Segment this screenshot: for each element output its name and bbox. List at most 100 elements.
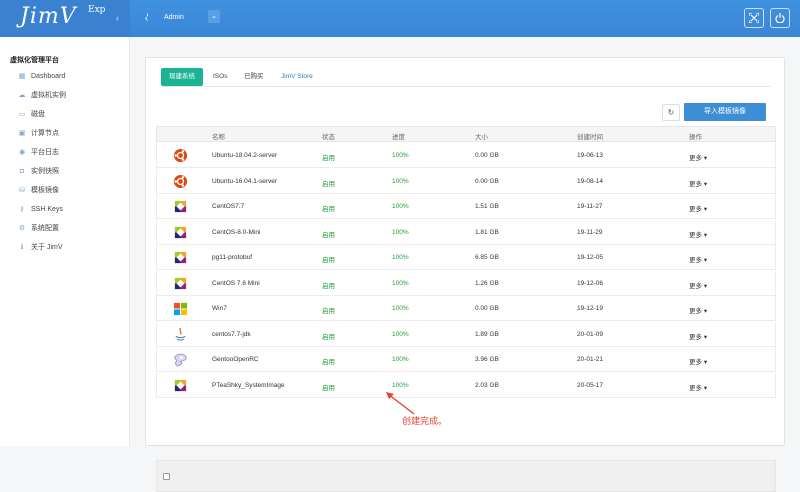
row-more-label: 更多 bbox=[689, 282, 702, 290]
windows-icon bbox=[173, 301, 188, 316]
java-icon bbox=[173, 327, 188, 342]
row-more-dropdown[interactable]: 更多 ▾ bbox=[689, 229, 707, 239]
row-name: centos7.7-jdk bbox=[212, 330, 251, 338]
table-row: CentOS-8.0-Mini 启用 100% 1.81 GB 19-11-29 更多 ▾ bbox=[156, 219, 776, 245]
import-template-button[interactable]: 导入模板镜像 bbox=[684, 103, 766, 121]
sidebar-item-label: 模板镜像 bbox=[31, 187, 59, 194]
sidebar-item-snapshots[interactable]: ◘ 实例快照 bbox=[17, 165, 127, 179]
sidebar-item-templates[interactable]: ⛁ 模板镜像 bbox=[17, 184, 127, 198]
centos-icon bbox=[173, 276, 188, 291]
row-name: Win7 bbox=[212, 305, 227, 312]
sidebar-collapse-button[interactable]: ‹ bbox=[116, 13, 119, 23]
main-panel: 现建系统 ISOs 已购买 JimV Store ↻ 导入模板镜像 名称 状态 … bbox=[145, 57, 785, 492]
tab-purchased[interactable]: 已购买 bbox=[236, 68, 272, 86]
column-header-progress[interactable]: 进度 bbox=[392, 131, 405, 141]
column-header-state[interactable]: 状态 bbox=[322, 131, 335, 141]
row-more-dropdown[interactable]: 更多 ▾ bbox=[689, 305, 707, 315]
row-more-dropdown[interactable]: 更多 ▾ bbox=[689, 356, 707, 366]
table-row: GentooOpenRC 启用 100% 3.96 GB 20-01-21 更多 ▾ bbox=[156, 347, 776, 372]
row-more-dropdown[interactable]: 更多 ▾ bbox=[689, 280, 707, 290]
row-more-label: 更多 bbox=[689, 180, 702, 188]
fullscreen-icon bbox=[748, 12, 760, 24]
dashboard-icon: ▦ bbox=[18, 73, 26, 80]
row-more-label: 更多 bbox=[689, 155, 702, 162]
row-created: 19-12-05 bbox=[577, 254, 604, 261]
row-created: 19-06-13 bbox=[577, 152, 604, 159]
row-more-label: 更多 bbox=[689, 384, 702, 392]
monitor-icon: ▣ bbox=[18, 130, 26, 137]
sidebar-item-instances[interactable]: ☁ 虚拟机实例 bbox=[17, 89, 127, 103]
sidebar-item-label: 磁盘 bbox=[31, 111, 45, 118]
column-header-size[interactable]: 大小 bbox=[475, 131, 488, 141]
sidebar-item-ssh-keys[interactable]: ⚷ SSH Keys bbox=[17, 203, 127, 217]
caret-down-icon: ▾ bbox=[703, 180, 708, 188]
caret-down-icon: ▾ bbox=[703, 155, 708, 162]
row-progress: 100% bbox=[392, 254, 409, 261]
centos-icon bbox=[173, 378, 188, 393]
tab-jimv-store[interactable]: JimV Store bbox=[273, 68, 321, 86]
sidebar-item-settings[interactable]: ⚙ 系统配置 bbox=[17, 222, 127, 236]
sidebar-item-logs[interactable]: ◉ 平台日志 bbox=[17, 146, 127, 160]
row-state: 启用 bbox=[322, 155, 335, 162]
row-created: 20-05-17 bbox=[577, 381, 604, 389]
row-size: 2.03 GB bbox=[475, 381, 499, 389]
select-all-checkbox[interactable] bbox=[163, 473, 170, 480]
column-header-created[interactable]: 创建时间 bbox=[577, 131, 603, 141]
row-state: 启用 bbox=[322, 359, 335, 366]
logout-button[interactable] bbox=[770, 8, 790, 28]
user-name[interactable]: Admin bbox=[164, 14, 184, 21]
table-row: centos7.7-jdk 启用 100% 1.89 GB 20-01-09 更多 ▾ bbox=[156, 321, 776, 347]
sidebar-item-dashboard[interactable]: ▦ Dashboard bbox=[17, 70, 127, 84]
row-progress: 100% bbox=[392, 356, 409, 363]
table-footer bbox=[156, 460, 776, 492]
refresh-icon: ↻ bbox=[667, 108, 675, 117]
user-dropdown-button[interactable]: ⌄ bbox=[208, 10, 220, 23]
table-row: PTeaShky_SystemImage 启用 100% 2.03 GB 20-05-1… bbox=[156, 372, 776, 398]
centos-icon bbox=[173, 250, 188, 265]
row-created: 20-01-21 bbox=[577, 356, 604, 363]
table-row: Win7 启用 100% 0.00 GB 19-12-19 更多 ▾ bbox=[156, 296, 776, 321]
info-icon: ℹ bbox=[20, 244, 24, 251]
table-row: Ubuntu-16.04.1-server 启用 100% 0.00 GB 19-08-… bbox=[156, 168, 776, 194]
row-state: 启用 bbox=[322, 206, 335, 213]
tab-system-images[interactable]: 现建系统 bbox=[161, 68, 203, 86]
row-more-dropdown[interactable]: 更多 ▾ bbox=[689, 178, 707, 188]
row-size: 1.26 GB bbox=[475, 279, 499, 287]
tab-isos[interactable]: ISOs bbox=[205, 68, 235, 86]
power-icon bbox=[775, 13, 785, 24]
row-more-dropdown[interactable]: 更多 ▾ bbox=[689, 203, 707, 213]
row-state: 启用 bbox=[322, 308, 335, 315]
row-more-dropdown[interactable]: 更多 ▾ bbox=[689, 382, 707, 392]
eye-icon: ◉ bbox=[18, 149, 26, 156]
table-header: 名称 状态 进度 大小 创建时间 操作 bbox=[156, 126, 776, 142]
ubuntu-icon bbox=[173, 174, 188, 189]
row-more-dropdown[interactable]: 更多 ▾ bbox=[689, 331, 707, 341]
sidebar-item-compute-nodes[interactable]: ▣ 计算节点 bbox=[17, 127, 127, 141]
row-progress: 100% bbox=[392, 305, 409, 312]
caret-down-icon: ▾ bbox=[703, 384, 708, 392]
top-navbar: JimV Exp ‹ Admin ⌄ bbox=[0, 0, 800, 37]
row-more-dropdown[interactable]: 更多 ▾ bbox=[689, 254, 707, 264]
refresh-button[interactable]: ↻ bbox=[662, 104, 680, 121]
sidebar-item-disks[interactable]: ▭ 磁盘 bbox=[17, 108, 127, 122]
caret-down-icon: ▾ bbox=[703, 308, 708, 315]
row-size: 1.89 GB bbox=[475, 330, 499, 338]
table-row: pg11-protobuf 启用 100% 6.85 GB 19-12-05 更多 ▾ bbox=[156, 245, 776, 270]
app-logo[interactable]: JimV bbox=[20, 4, 77, 29]
sidebar-item-label: SSH Keys bbox=[31, 206, 63, 213]
column-header-name[interactable]: 名称 bbox=[212, 131, 225, 141]
row-state: 启用 bbox=[322, 384, 335, 392]
row-name: CentOS7.7 bbox=[212, 203, 245, 210]
sidebar-item-about[interactable]: ℹ 关于 JimV bbox=[17, 241, 127, 255]
gentoo-icon bbox=[173, 352, 188, 367]
row-state: 启用 bbox=[322, 257, 335, 264]
row-size: 0.00 GB bbox=[475, 152, 499, 159]
fullscreen-button[interactable] bbox=[744, 8, 764, 28]
sidebar-item-label: 平台日志 bbox=[31, 149, 59, 156]
row-created: 19-11-29 bbox=[577, 228, 603, 236]
row-more-dropdown[interactable]: 更多 ▾ bbox=[689, 152, 707, 162]
sidebar-item-label: 关于 JimV bbox=[31, 244, 63, 251]
row-state: 启用 bbox=[322, 333, 335, 341]
row-size: 1.81 GB bbox=[475, 228, 499, 236]
row-size: 0.00 GB bbox=[475, 305, 499, 312]
